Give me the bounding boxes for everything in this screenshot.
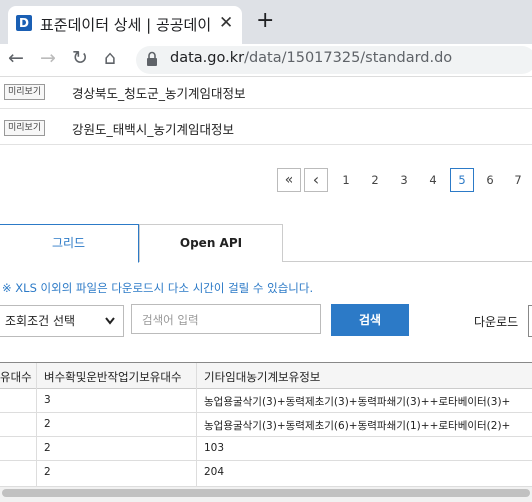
browser-tab[interactable]: D 표준데이터 상세 | 공공데이 ✕ (8, 6, 242, 44)
column-header: 벼수확및운반작업기보유대수 (44, 370, 182, 384)
download-format-select[interactable] (528, 305, 532, 337)
page-link[interactable]: 7 (507, 168, 529, 192)
list-divider (0, 144, 532, 145)
column-header: 기타임대농기계보유정보 (204, 370, 321, 384)
page-link[interactable]: 2 (364, 168, 386, 192)
table-row-divider (0, 412, 532, 413)
first-page-button[interactable]: « (277, 168, 301, 192)
search-button[interactable]: 검색 (331, 304, 409, 336)
column-divider (36, 363, 37, 488)
table-cell: 2 (44, 466, 51, 478)
table-cell: 농업용굴삭기(3)+동력제초기(3)+동력파쇄기(3)++로타베이터(3)+ (204, 396, 511, 408)
page-link[interactable]: 1 (335, 168, 357, 192)
page-link[interactable]: 6 (479, 168, 501, 192)
table-cell: 농업용굴삭기(3)+동력제초기(6)+동력파쇄기(1)++로타베이터(2)+ (204, 420, 511, 432)
table-cell: 2 (44, 418, 51, 430)
table-cell: 204 (204, 466, 225, 478)
table-row-divider (0, 436, 532, 437)
dataset-title[interactable]: 경상북도_청도군_농기계임대정보 (72, 83, 246, 102)
table-row-divider (0, 460, 532, 461)
new-tab-icon[interactable]: + (256, 9, 274, 33)
table-cell: 3 (44, 394, 51, 406)
page-link[interactable]: 4 (422, 168, 444, 192)
dataset-title[interactable]: 강원도_태백시_농기계임대정보 (72, 119, 234, 138)
search-condition-select[interactable]: 조회조건 선택 (0, 305, 124, 337)
select-value: 조회조건 선택 (5, 314, 76, 328)
url-text[interactable]: data.go.kr/data/15017325/standard.do (170, 50, 452, 66)
download-label: 다운로드 (474, 315, 519, 329)
back-icon[interactable]: ← (8, 47, 24, 69)
search-input[interactable]: 검색어 입력 (131, 304, 321, 334)
scrollbar-thumb[interactable] (2, 489, 530, 497)
site-favicon-icon: D (16, 15, 32, 31)
home-icon[interactable]: ⌂ (104, 47, 116, 69)
table-cell: 2 (44, 442, 51, 454)
url-host: data.go.kr (170, 50, 245, 66)
tab-grid[interactable]: 그리드 (0, 224, 139, 263)
url-path: /data/15017325/standard.do (244, 50, 453, 66)
table-cell: 103 (204, 442, 225, 454)
column-divider (196, 363, 197, 488)
chevron-down-icon (105, 306, 115, 348)
page-link-active[interactable]: 5 (450, 168, 474, 192)
page-link[interactable]: 3 (393, 168, 415, 192)
prev-page-button[interactable]: ‹ (304, 168, 328, 192)
column-header: 유대수 (0, 370, 32, 384)
lock-icon (146, 51, 158, 71)
download-notice: ※ XLS 이외의 파일은 다운로드시 다소 시간이 걸릴 수 있습니다. (2, 281, 314, 295)
tab-title: 표준데이터 상세 | 공공데이 (40, 16, 212, 34)
preview-button[interactable]: 미리보기 (4, 120, 46, 136)
forward-icon[interactable]: → (40, 47, 56, 69)
list-divider (0, 108, 532, 109)
tab-open-api[interactable]: Open API (139, 224, 283, 262)
preview-button[interactable]: 미리보기 (4, 84, 46, 100)
reload-icon[interactable]: ↻ (72, 47, 88, 69)
tab-close-icon[interactable]: ✕ (219, 13, 233, 33)
